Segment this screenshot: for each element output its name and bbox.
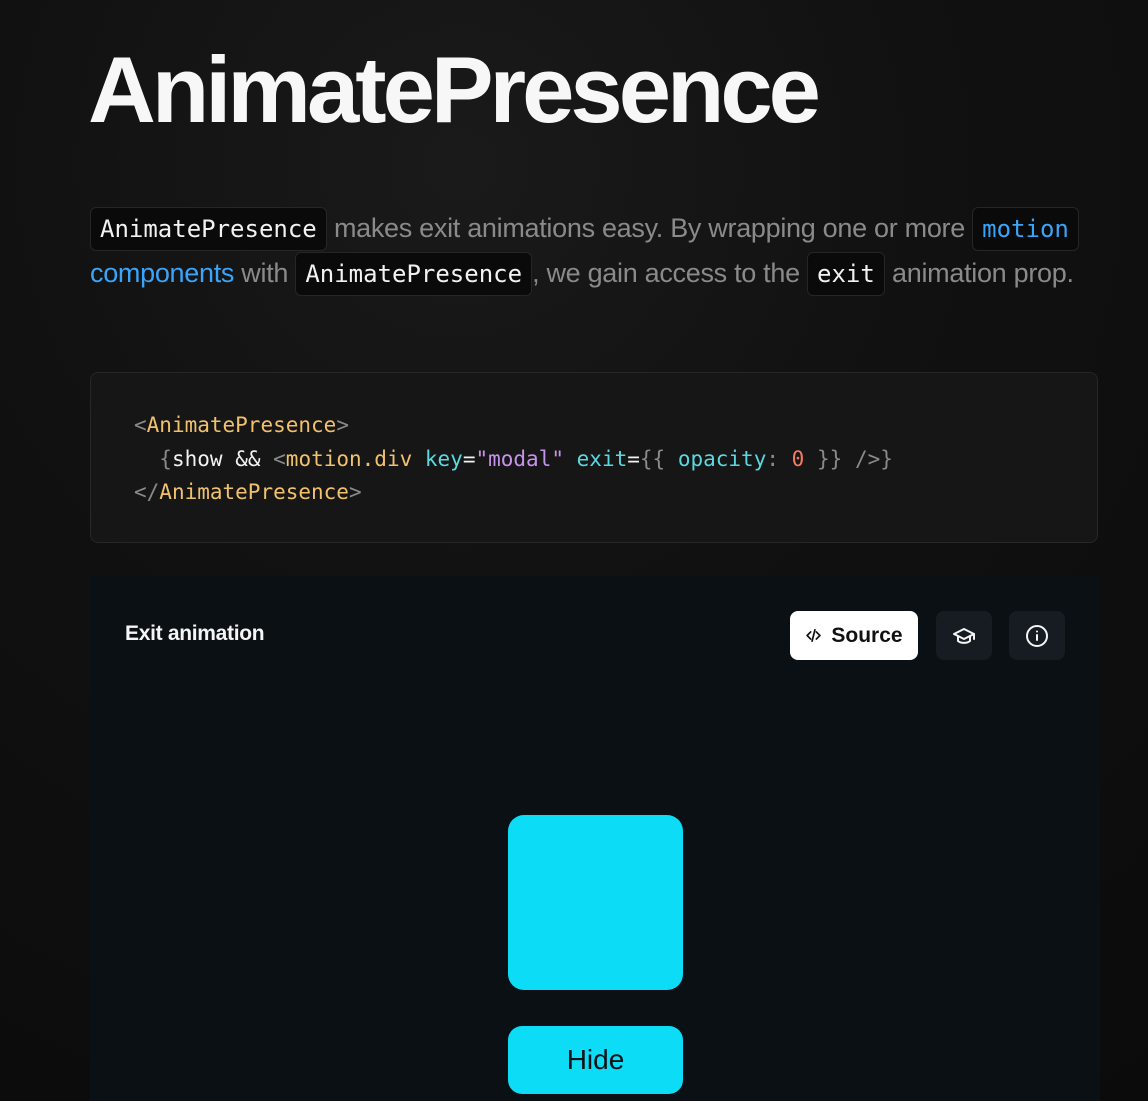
code-block: <AnimatePresence> {show && <motion.div k…: [90, 372, 1098, 543]
page-title: AnimatePresence: [88, 37, 821, 142]
animated-box: [508, 815, 683, 990]
code-line-1: <AnimatePresence>: [134, 409, 1097, 443]
intro-text-2: with: [234, 258, 296, 288]
inline-code-animatepresence-2: AnimatePresence: [295, 252, 533, 296]
info-button[interactable]: [1009, 611, 1065, 660]
code-token: key: [424, 446, 463, 471]
code-line-3: </AnimatePresence>: [134, 476, 1097, 510]
demo-title: Exit animation: [125, 622, 265, 645]
code-token: {: [159, 446, 172, 471]
code-token: {{: [639, 446, 666, 471]
code-token: <: [273, 446, 286, 471]
code-line-2: {show && <motion.div key="modal" exit={{…: [134, 443, 1097, 477]
hide-button[interactable]: Hide: [508, 1026, 683, 1094]
code-icon: [806, 628, 822, 643]
inline-code-exit: exit: [807, 252, 885, 296]
code-token: />: [854, 446, 881, 471]
learn-button[interactable]: [936, 611, 992, 660]
code-token: 0: [791, 446, 805, 471]
source-button[interactable]: Source: [790, 611, 918, 660]
components-link[interactable]: components: [90, 258, 234, 288]
code-token: exit: [576, 446, 628, 471]
intro-paragraph: AnimatePresence makes exit animations ea…: [90, 206, 1100, 296]
inline-code-animatepresence: AnimatePresence: [90, 207, 327, 251]
code-token: AnimatePresence: [146, 413, 337, 437]
code-token: >: [348, 480, 362, 504]
code-token: </: [134, 480, 160, 504]
code-token: opacity: [677, 446, 767, 471]
code-token: "modal": [475, 446, 564, 471]
inline-code-motion-link[interactable]: motion: [972, 207, 1079, 251]
intro-text-4: animation prop.: [892, 258, 1074, 288]
code-token: }: [880, 446, 893, 471]
info-icon: [1026, 624, 1048, 647]
intro-text-1: makes exit animations easy. By wrapping …: [326, 213, 973, 243]
graduation-cap-icon: [953, 627, 975, 644]
code-token: }}: [816, 446, 843, 471]
code-token: &&: [235, 446, 261, 471]
code-token: AnimatePresence: [159, 480, 349, 504]
code-token: =: [627, 446, 640, 471]
code-token: =: [462, 446, 476, 471]
code-token: show: [171, 446, 223, 471]
example-demo-panel: Exit animation Source Hide: [90, 576, 1100, 1101]
intro-text-3: , we gain access to the: [532, 258, 808, 288]
code-token: <: [134, 413, 147, 437]
source-button-label: Source: [831, 623, 903, 647]
code-token: :: [766, 446, 780, 471]
code-token: >: [336, 413, 349, 437]
code-token: motion.div: [285, 446, 413, 471]
